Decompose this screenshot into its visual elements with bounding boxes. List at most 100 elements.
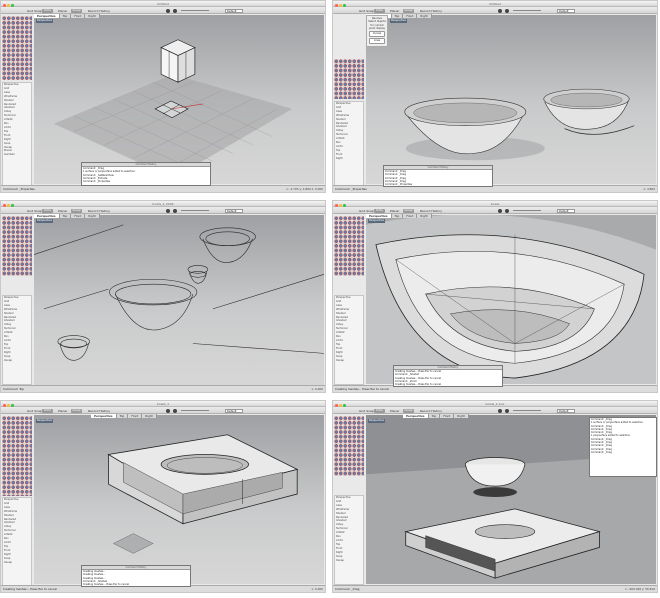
toolbar-grid-snap[interactable]: Grid Snap bbox=[27, 409, 42, 413]
tab-perspective[interactable]: Perspective bbox=[366, 214, 392, 218]
toolbar: Grid Snap Ortho Planar Osnap Record Hist… bbox=[333, 407, 657, 414]
toolbar-planar[interactable]: Planar bbox=[390, 9, 399, 13]
play-icon[interactable] bbox=[173, 208, 177, 213]
layer-dropdown[interactable]: Default bbox=[557, 8, 575, 13]
layer-dropdown[interactable]: Default bbox=[557, 208, 575, 213]
tab-perspective[interactable]: Perspective bbox=[403, 414, 429, 418]
record-icon[interactable] bbox=[498, 408, 502, 413]
toolbar-record-history[interactable]: Record History bbox=[420, 409, 442, 413]
sidebar-item[interactable]: Osnap bbox=[335, 559, 363, 563]
toolbar-grid-snap[interactable]: Grid Snap bbox=[359, 209, 374, 213]
record-icon[interactable] bbox=[498, 208, 502, 213]
toolbar-ortho[interactable]: Ortho bbox=[374, 8, 385, 13]
lines-button[interactable]: Lines bbox=[369, 38, 385, 45]
timeline-slider[interactable] bbox=[181, 410, 209, 411]
tab-top[interactable]: Top bbox=[59, 14, 72, 18]
tab-front[interactable]: Front bbox=[403, 214, 418, 218]
toolbar-planar[interactable]: Planar bbox=[58, 9, 67, 13]
layer-dropdown[interactable]: Default bbox=[225, 8, 243, 13]
toolbar-osnap[interactable]: Osnap bbox=[403, 8, 414, 13]
status-command: Command: _Drag bbox=[335, 587, 360, 591]
toolbar-grid-snap[interactable]: Grid Snap bbox=[359, 9, 374, 13]
tab-top[interactable]: Top bbox=[391, 14, 404, 18]
toolbar-record-history[interactable]: Record History bbox=[420, 209, 442, 213]
tab-top[interactable]: Top bbox=[59, 214, 72, 218]
sidebar-item[interactable]: Right bbox=[335, 157, 363, 161]
play-icon[interactable] bbox=[505, 208, 509, 213]
toolbar-planar[interactable]: Planar bbox=[58, 209, 67, 213]
toolbar-record-history[interactable]: Record History bbox=[420, 9, 442, 13]
tab-top[interactable]: Top bbox=[116, 414, 129, 418]
curves-button[interactable]: Curves bbox=[369, 31, 385, 38]
status-coordinates: x: -909.028 y: 56.816 bbox=[624, 587, 655, 591]
toolbar-record-history[interactable]: Record History bbox=[88, 409, 110, 413]
play-icon[interactable] bbox=[505, 408, 509, 413]
toolbar-osnap[interactable]: Osnap bbox=[403, 208, 414, 213]
toolbar-ortho[interactable]: Ortho bbox=[374, 408, 385, 413]
timeline-slider[interactable] bbox=[181, 210, 209, 211]
toolbar-ortho[interactable]: Ortho bbox=[42, 208, 53, 213]
tool-palette[interactable] bbox=[334, 59, 364, 99]
sidebar-item[interactable]: Osnap bbox=[3, 359, 31, 363]
toolbar-record-history[interactable]: Record History bbox=[88, 209, 110, 213]
tab-right[interactable]: Right bbox=[417, 214, 432, 218]
toolbar-planar[interactable]: Planar bbox=[390, 409, 399, 413]
sidebar-item[interactable]: Osnap bbox=[3, 561, 31, 565]
tab-right[interactable]: Right bbox=[142, 414, 157, 418]
tab-perspective[interactable]: Perspective bbox=[34, 214, 60, 218]
tool-palette[interactable] bbox=[2, 216, 32, 276]
tab-right[interactable]: Right bbox=[85, 214, 100, 218]
layer-dropdown[interactable]: Default bbox=[225, 208, 243, 213]
tool-palette[interactable] bbox=[2, 16, 32, 80]
toolbar-grid-snap[interactable]: Grid Snap bbox=[359, 409, 374, 413]
toolbar-osnap[interactable]: Osnap bbox=[71, 208, 82, 213]
record-icon[interactable] bbox=[498, 8, 502, 13]
record-icon[interactable] bbox=[166, 208, 170, 213]
tab-right[interactable]: Right bbox=[85, 14, 100, 18]
display-sidebar: Perspective Grid Axes Wireframe Shaded R… bbox=[2, 295, 32, 385]
toolbar-ortho[interactable]: Ortho bbox=[42, 8, 53, 13]
viewport[interactable] bbox=[366, 15, 656, 184]
tab-front[interactable]: Front bbox=[71, 14, 86, 18]
tab-front[interactable]: Front bbox=[440, 414, 455, 418]
toolbar-osnap[interactable]: Osnap bbox=[71, 8, 82, 13]
record-icon[interactable] bbox=[166, 408, 170, 413]
play-icon[interactable] bbox=[505, 8, 509, 13]
tool-palette[interactable] bbox=[2, 416, 32, 496]
tool-palette[interactable] bbox=[334, 216, 364, 276]
toolbar-record-history[interactable]: Record History bbox=[88, 9, 110, 13]
viewport[interactable] bbox=[34, 415, 324, 584]
viewport[interactable] bbox=[34, 215, 324, 385]
timeline-slider[interactable] bbox=[513, 210, 541, 211]
layer-dropdown[interactable]: Default bbox=[557, 408, 575, 413]
toolbar-ortho[interactable]: Ortho bbox=[374, 208, 385, 213]
viewport[interactable] bbox=[34, 15, 324, 184]
timeline-slider[interactable] bbox=[513, 10, 541, 11]
tab-right[interactable]: Right bbox=[417, 14, 432, 18]
tab-front[interactable]: Front bbox=[128, 414, 143, 418]
tab-perspective[interactable]: Perspective bbox=[34, 14, 60, 18]
sidebar-item[interactable]: Gumball bbox=[3, 153, 31, 157]
tool-palette[interactable] bbox=[334, 416, 364, 476]
toolbar-planar[interactable]: Planar bbox=[390, 209, 399, 213]
tab-perspective[interactable]: Perspective bbox=[91, 414, 117, 418]
play-icon[interactable] bbox=[173, 8, 177, 13]
timeline-slider[interactable] bbox=[513, 410, 541, 411]
viewport[interactable] bbox=[366, 215, 656, 384]
toolbar-grid-snap[interactable]: Grid Snap bbox=[27, 209, 42, 213]
record-icon[interactable] bbox=[166, 8, 170, 13]
timeline-slider[interactable] bbox=[181, 10, 209, 11]
tab-top[interactable]: Top bbox=[428, 414, 441, 418]
toolbar-osnap[interactable]: Osnap bbox=[71, 408, 82, 413]
toolbar-osnap[interactable]: Osnap bbox=[403, 408, 414, 413]
play-icon[interactable] bbox=[173, 408, 177, 413]
toolbar-ortho[interactable]: Ortho bbox=[42, 408, 53, 413]
layer-dropdown[interactable]: Default bbox=[225, 408, 243, 413]
sidebar-item[interactable]: Osnap bbox=[335, 359, 363, 363]
tab-right[interactable]: Right bbox=[454, 414, 469, 418]
toolbar-planar[interactable]: Planar bbox=[58, 409, 67, 413]
tab-front[interactable]: Front bbox=[403, 14, 418, 18]
toolbar-grid-snap[interactable]: Grid Snap bbox=[27, 9, 42, 13]
tab-top[interactable]: Top bbox=[391, 214, 404, 218]
tab-front[interactable]: Front bbox=[71, 214, 86, 218]
